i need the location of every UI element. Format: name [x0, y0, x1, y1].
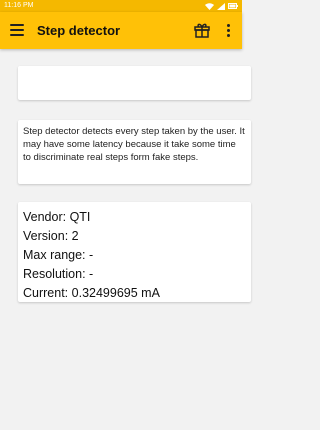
max-range-label: Max range: — [23, 248, 86, 262]
version-label: Version: — [23, 229, 69, 243]
resolution-row: Resolution: - — [23, 265, 246, 284]
vendor-value: QTI — [69, 210, 91, 224]
current-row: Current: 0.32499695 mA — [23, 284, 246, 303]
version-row: Version: 2 — [23, 227, 246, 246]
wifi-icon — [205, 2, 214, 10]
description-card: Step detector detects every step taken b… — [18, 120, 251, 184]
vendor-label: Vendor: — [23, 210, 67, 224]
current-value: 0.32499695 mA — [71, 286, 160, 300]
vendor-row: Vendor: QTI — [23, 208, 246, 227]
page-title: Step detector — [37, 23, 121, 38]
description-text: Step detector detects every step taken b… — [23, 126, 245, 163]
gift-icon[interactable] — [193, 21, 211, 39]
current-label: Current: — [23, 286, 69, 300]
empty-card — [18, 66, 251, 100]
max-range-row: Max range: - — [23, 246, 246, 265]
menu-icon[interactable] — [10, 24, 24, 36]
status-time: 11:16 PM — [4, 2, 34, 9]
sensor-info-card: Vendor: QTI Version: 2 Max range: - Reso… — [18, 202, 251, 302]
more-vert-icon[interactable] — [225, 24, 231, 38]
version-value: 2 — [71, 229, 79, 243]
max-range-value: - — [89, 248, 94, 262]
battery-icon — [228, 3, 238, 9]
resolution-value: - — [89, 267, 94, 281]
signal-icon — [217, 2, 225, 10]
status-bar: 11:16 PM — [0, 0, 242, 12]
resolution-label: Resolution: — [23, 267, 86, 281]
status-icons — [205, 0, 238, 12]
app-bar: Step detector — [0, 12, 242, 49]
